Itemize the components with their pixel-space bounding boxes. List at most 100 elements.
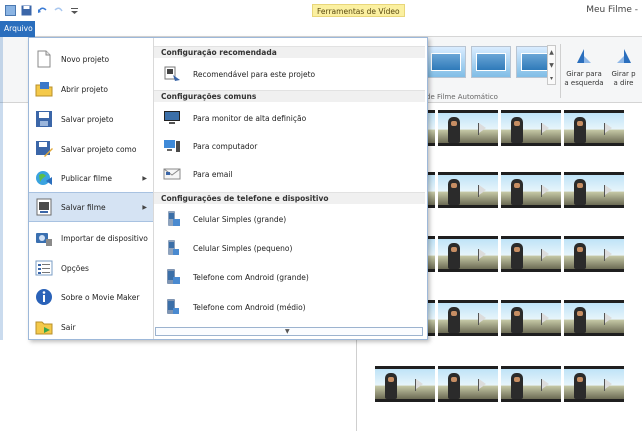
option-label: Recomendável para este projeto	[193, 69, 316, 79]
basic-phone-small-option[interactable]: Celular Simples (pequeno)	[154, 234, 425, 262]
android-phone-large-option[interactable]: Telefone com Android (grande)	[154, 263, 425, 291]
app-icon[interactable]	[4, 5, 16, 17]
video-frame	[438, 366, 498, 402]
theme-thumbnail[interactable]	[471, 46, 511, 78]
rotate-left-button[interactable]: Girar para a esquerda	[563, 46, 605, 88]
file-menu: Novo projeto Abrir projeto Salvar projet…	[28, 37, 428, 340]
automovie-theme-gallery	[426, 46, 556, 78]
about-button[interactable]: Sobre o Movie Maker	[29, 282, 153, 312]
option-label: Telefone com Android (médio)	[193, 302, 306, 312]
window-title: Meu Filme -	[586, 5, 638, 15]
publish-movie-icon	[36, 171, 52, 185]
rotate-right-button[interactable]: Girar p a dire	[605, 46, 642, 88]
open-project-button[interactable]: Abrir projeto	[29, 74, 153, 104]
exit-icon	[35, 321, 53, 335]
about-icon	[36, 289, 52, 305]
recommended-option[interactable]: Recomendável para este projeto	[154, 60, 425, 88]
rotate-right-icon	[616, 49, 631, 63]
rotate-right-label: Girar p a dire	[611, 70, 636, 87]
section-header: Configurações de telefone e dispositivo	[154, 192, 425, 204]
save-icon[interactable]	[20, 5, 32, 17]
computer-icon	[164, 140, 180, 152]
option-label: Telefone com Android (grande)	[193, 272, 309, 282]
menu-label: Opções	[61, 263, 89, 273]
menu-label: Novo projeto	[61, 54, 110, 64]
hd-monitor-icon	[164, 111, 180, 124]
customize-qat-icon[interactable]	[68, 5, 80, 17]
undo-icon[interactable]	[36, 5, 48, 17]
title-bar: Ferramentas de Vídeo Meu Filme -	[0, 0, 642, 21]
file-tab[interactable]: Arquivo	[0, 21, 35, 37]
import-device-icon	[36, 233, 52, 246]
phone-icon	[168, 240, 179, 255]
save-project-as-icon	[36, 141, 53, 157]
video-frame	[564, 110, 624, 146]
android-phone-icon	[167, 299, 179, 314]
option-label: Para email	[193, 169, 233, 179]
import-device-button[interactable]: Importar de dispositivo	[29, 223, 153, 253]
rotate-left-label: Girar para a esquerda	[564, 70, 604, 87]
contextual-tab-video-tools[interactable]: Ferramentas de Vídeo	[312, 4, 405, 17]
film-strip[interactable]	[375, 366, 624, 402]
basic-phone-large-option[interactable]: Celular Simples (grande)	[154, 205, 425, 233]
file-menu-commands: Novo projeto Abrir projeto Salvar projet…	[29, 38, 154, 339]
video-frame	[501, 172, 561, 208]
save-movie-button[interactable]: Salvar filme ▶	[29, 192, 153, 222]
submenu-scroll-down-button[interactable]: ▼	[155, 327, 423, 336]
publish-movie-button[interactable]: Publicar filme ▶	[29, 163, 153, 193]
menu-label: Publicar filme	[61, 173, 112, 183]
quick-access-toolbar	[4, 3, 80, 18]
rotate-left-icon	[577, 49, 591, 63]
save-project-as-button[interactable]: Salvar projeto como	[29, 134, 153, 164]
option-label: Celular Simples (pequeno)	[193, 243, 293, 253]
hd-monitor-option[interactable]: Para monitor de alta definição	[154, 104, 425, 132]
exit-button[interactable]: Sair	[29, 312, 153, 342]
options-button[interactable]: Opções	[29, 253, 153, 283]
open-project-icon	[35, 82, 53, 97]
computer-option[interactable]: Para computador	[154, 132, 425, 160]
option-label: Celular Simples (grande)	[193, 214, 287, 224]
section-header: Configuração recomendada	[154, 46, 425, 58]
video-frame	[564, 300, 624, 336]
ribbon-tab-strip: Arquivo	[0, 21, 642, 37]
section-header: Configurações comuns	[154, 90, 425, 102]
video-frame	[375, 366, 435, 402]
option-label: Para computador	[193, 141, 258, 151]
menu-label: Salvar filme	[61, 202, 106, 212]
new-project-button[interactable]: Novo projeto	[29, 44, 153, 74]
ribbon-separator	[560, 44, 561, 98]
video-frame	[501, 300, 561, 336]
menu-label: Sair	[61, 322, 76, 332]
video-frame	[501, 110, 561, 146]
save-project-icon	[36, 111, 52, 127]
theme-thumbnail[interactable]	[426, 46, 466, 78]
video-frame	[438, 172, 498, 208]
video-frame	[564, 366, 624, 402]
submenu-arrow-icon: ▶	[142, 174, 147, 182]
save-movie-submenu: Configuração recomendada Recomendável pa…	[154, 38, 427, 339]
chevron-down-icon: ▼	[285, 328, 290, 335]
video-frame	[438, 300, 498, 336]
menu-label: Salvar projeto como	[61, 144, 137, 154]
option-label: Para monitor de alta definição	[193, 113, 307, 123]
video-frame	[501, 366, 561, 402]
email-icon	[163, 168, 181, 180]
android-phone-medium-option[interactable]: Telefone com Android (médio)	[154, 293, 425, 321]
recommended-icon	[164, 66, 180, 81]
new-project-icon	[37, 50, 51, 68]
options-icon	[35, 260, 53, 276]
video-frame	[564, 172, 624, 208]
email-option[interactable]: Para email	[154, 160, 425, 188]
menu-label: Abrir projeto	[61, 84, 109, 94]
video-frame	[438, 236, 498, 272]
menu-label: Sobre o Movie Maker	[61, 292, 140, 302]
submenu-arrow-icon: ▶	[142, 203, 147, 211]
gallery-scroll-buttons[interactable]: ▲ ▼ ▾	[547, 45, 556, 85]
menu-label: Salvar projeto	[61, 114, 114, 124]
redo-icon[interactable]	[52, 5, 64, 17]
preview-area	[0, 340, 357, 431]
menu-label: Importar de dispositivo	[61, 233, 148, 243]
video-frame	[501, 236, 561, 272]
save-project-button[interactable]: Salvar projeto	[29, 104, 153, 134]
save-movie-icon	[36, 198, 52, 216]
